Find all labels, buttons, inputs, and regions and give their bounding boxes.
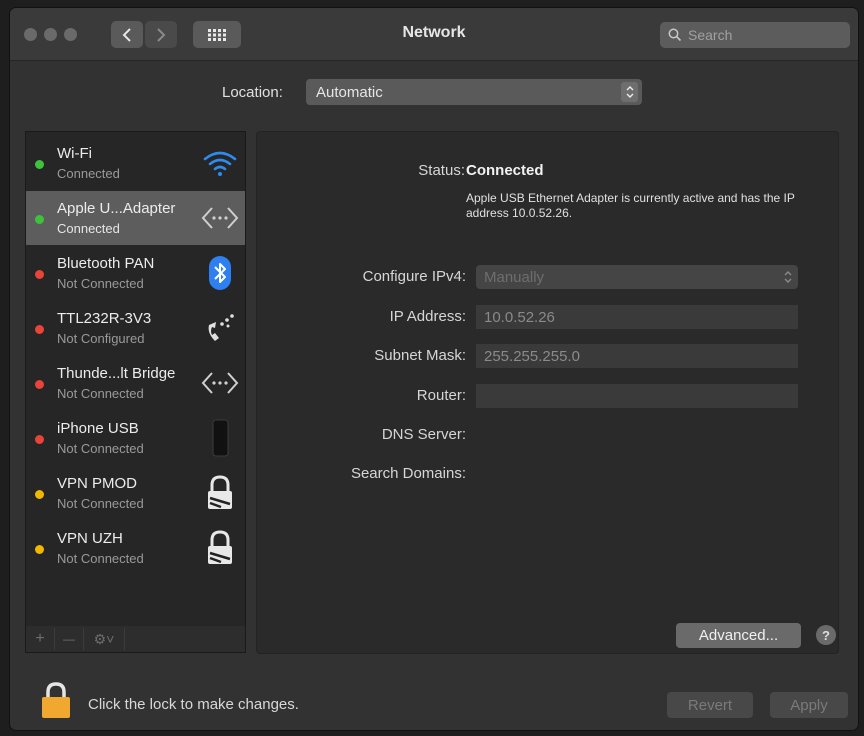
status-dot [35,435,44,444]
service-item-apple-usb-adapter[interactable]: Apple U...Adapter Connected [26,191,245,245]
configure-ipv4-label: Configure IPv4: [362,268,466,285]
remove-service-button[interactable]: — [55,628,84,650]
service-name: Apple U...Adapter [57,200,176,217]
status-dot [35,160,44,169]
modem-phone-icon [208,314,234,341]
service-item-vpn-pmod[interactable]: VPN PMOD Not Connected [26,466,245,520]
search-icon [668,28,682,42]
select-stepper-icon [784,271,792,283]
location-label: Location: [222,84,283,101]
location-select[interactable]: Automatic [306,79,642,105]
service-name: VPN PMOD [57,475,138,492]
apply-button[interactable]: Apply [770,692,848,718]
sidebar-toolbar: + — ⚙˅ [25,626,246,653]
ip-address-field[interactable]: 10.0.52.26 [476,305,798,329]
vpn-lock-icon [208,475,232,509]
add-service-button[interactable]: + [26,628,55,650]
subnet-mask-field[interactable]: 255.255.255.0 [476,344,798,368]
search-input[interactable]: Search [660,22,850,48]
lock-icon[interactable] [40,681,72,719]
service-status: Not Connected [57,386,144,401]
status-dot [35,325,44,334]
service-name: TTL232R-3V3 [57,310,152,327]
gear-menu-button[interactable]: ⚙˅ [84,628,125,650]
service-item-thunderbolt-bridge[interactable]: Thunde...lt Bridge Not Connected [26,356,245,410]
router-field[interactable] [476,384,798,408]
search-domains-label: Search Domains: [350,465,466,482]
service-status: Not Connected [57,496,144,511]
service-item-wifi[interactable]: Wi-Fi Connected [26,136,245,190]
service-name: Bluetooth PAN [57,255,155,272]
service-item-vpn-uzh[interactable]: VPN UZH Not Connected [26,521,245,575]
configure-ipv4-value: Manually [484,268,545,286]
status-value: Connected [466,162,544,179]
service-status: Connected [57,221,120,236]
select-stepper-icon [621,82,638,102]
service-name: iPhone USB [57,420,139,437]
thunderbolt-bridge-icon [201,372,239,394]
status-label: Status: [418,162,465,179]
subnet-mask-label: Subnet Mask: [374,347,466,364]
service-status: Not Configured [57,331,145,346]
revert-button[interactable]: Revert [667,692,753,718]
service-name: Thunde...lt Bridge [57,365,176,382]
status-dot [35,380,44,389]
iphone-icon [212,419,229,457]
status-description: Apple USB Ethernet Adapter is currently … [466,191,795,220]
service-name: VPN UZH [57,530,123,547]
search-placeholder: Search [688,27,733,43]
dns-server-label: DNS Server: [381,426,466,443]
service-item-bluetooth-pan[interactable]: Bluetooth PAN Not Connected [26,246,245,300]
lock-hint-text: Click the lock to make changes. [88,696,299,713]
vpn-lock-icon [208,530,232,564]
help-button[interactable]: ? [816,625,836,645]
ip-address-label: IP Address: [389,308,466,325]
ethernet-icon [201,207,239,229]
bluetooth-icon [209,256,231,290]
service-status: Not Connected [57,441,144,456]
status-dot [35,545,44,554]
service-status: Not Connected [57,551,144,566]
status-dot [35,270,44,279]
location-value: Automatic [316,83,383,101]
configure-ipv4-select[interactable]: Manually [476,265,798,289]
advanced-button[interactable]: Advanced... [676,623,801,648]
service-status: Not Connected [57,276,144,291]
title-bar: Network Search [10,8,858,61]
status-dot [35,490,44,499]
service-name: Wi-Fi [57,145,92,162]
router-label: Router: [416,387,466,404]
wifi-icon [203,151,237,176]
service-item-iphone-usb[interactable]: iPhone USB Not Connected [26,411,245,465]
services-list: Wi-Fi Connected Apple U...Adapter Connec… [25,131,246,628]
status-dot [35,215,44,224]
service-item-ttl232r[interactable]: TTL232R-3V3 Not Configured [26,301,245,355]
service-status: Connected [57,166,120,181]
